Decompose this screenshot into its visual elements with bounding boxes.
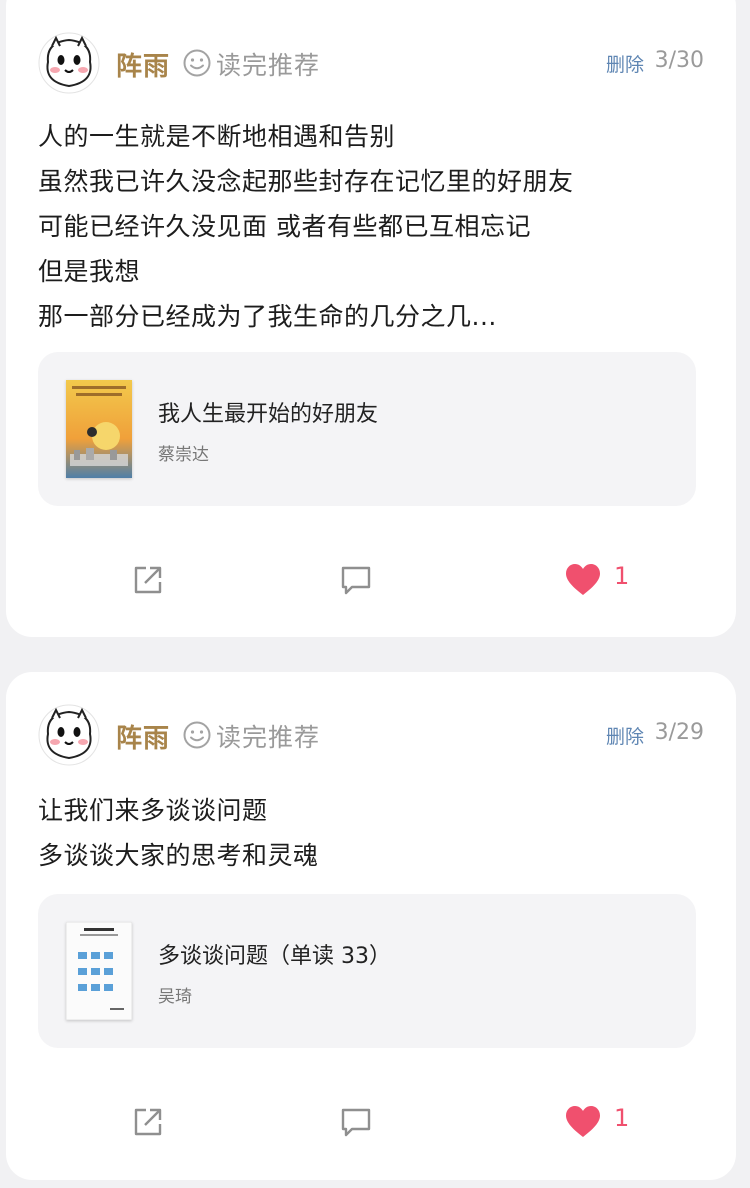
avatar[interactable] [38,32,100,94]
username[interactable]: 阵雨 [116,718,170,755]
book-card[interactable]: 多谈谈问题（单读 33） 吴琦 [38,894,696,1048]
post-card: 阵雨 读完推荐 删除 3/29 让我们来多谈谈问题 多谈谈大家的思考和灵魂 多谈… [6,672,736,1180]
like-count: 1 [614,562,630,590]
like-count: 1 [614,1104,630,1132]
post-text-line: 人的一生就是不断地相遇和告别 [38,122,396,151]
post-text-line: 但是我想 [38,257,141,286]
post-text-line: 让我们来多谈谈问题 [38,796,268,825]
action-bar: 1 [6,550,736,610]
comment-icon[interactable] [338,1104,374,1140]
post-date: 3/29 [654,720,704,745]
action-bar: 1 [6,1092,736,1152]
post-text-line: 虽然我已许久没念起那些封存在记忆里的好朋友 [38,167,574,196]
share-icon[interactable] [130,1104,166,1140]
post-text-line: 可能已经许久没见面 或者有些都已互相忘记 [38,212,531,241]
comment-icon[interactable] [338,562,374,598]
post-header: 阵雨 读完推荐 删除 3/30 [38,28,704,98]
book-author: 蔡崇达 [158,445,209,465]
post-text: 人的一生就是不断地相遇和告别 虽然我已许久没念起那些封存在记忆里的好朋友 可能已… [38,114,704,339]
recommend-badge: 读完推荐 [216,723,321,752]
smile-icon [183,49,211,77]
book-cover [66,380,132,478]
delete-button[interactable]: 删除 [606,50,644,77]
heart-icon[interactable] [566,564,600,598]
share-icon[interactable] [130,562,166,598]
book-title: 我人生最开始的好朋友 [158,402,379,427]
post-header: 阵雨 读完推荐 删除 3/29 [38,700,704,770]
post-card: 阵雨 读完推荐 删除 3/30 人的一生就是不断地相遇和告别 虽然我已许久没念起… [6,0,736,637]
avatar[interactable] [38,704,100,766]
post-date: 3/30 [654,48,704,73]
book-title: 多谈谈问题（单读 33） [158,944,391,969]
post-text: 让我们来多谈谈问题 多谈谈大家的思考和灵魂 [38,788,704,878]
heart-icon[interactable] [566,1106,600,1140]
book-card[interactable]: 我人生最开始的好朋友 蔡崇达 [38,352,696,506]
recommend-badge: 读完推荐 [216,51,321,80]
username[interactable]: 阵雨 [116,46,170,83]
post-text-line: 那一部分已经成为了我生命的几分之几... [38,302,497,331]
book-author: 吴琦 [158,987,192,1007]
post-text-line: 多谈谈大家的思考和灵魂 [38,841,319,870]
book-cover [66,922,132,1020]
delete-button[interactable]: 删除 [606,722,644,749]
smile-icon [183,721,211,749]
